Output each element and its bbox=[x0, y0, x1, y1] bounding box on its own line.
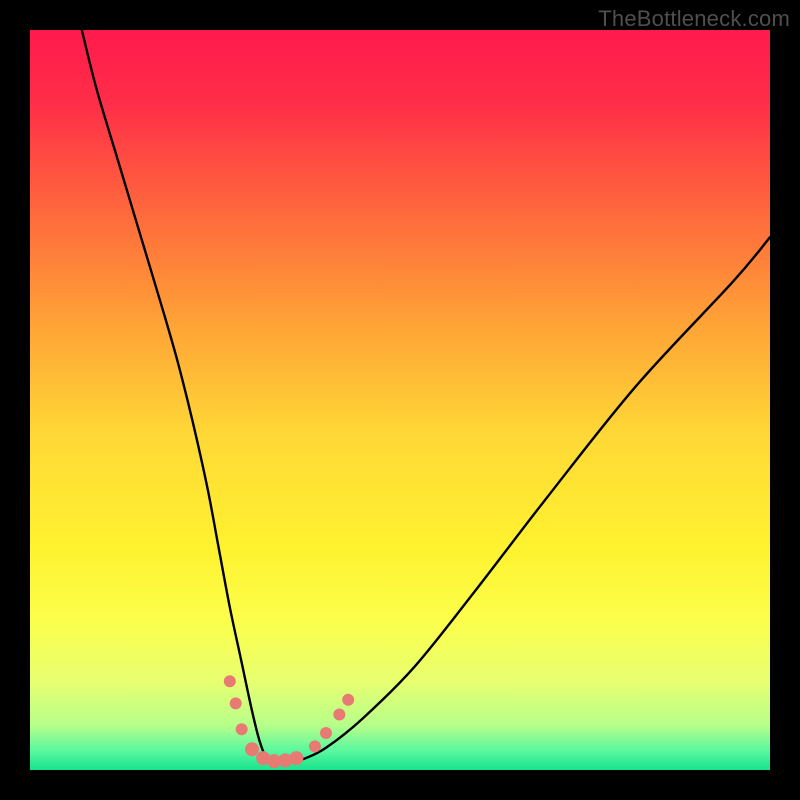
highlight-marker bbox=[342, 694, 354, 706]
highlight-marker bbox=[224, 675, 236, 687]
highlight-marker bbox=[289, 751, 303, 765]
highlight-marker bbox=[245, 742, 259, 756]
watermark-text: TheBottleneck.com bbox=[598, 6, 790, 32]
chart-frame: TheBottleneck.com bbox=[0, 0, 800, 800]
curve-layer bbox=[30, 30, 770, 770]
plot-area bbox=[30, 30, 770, 770]
highlight-marker bbox=[309, 740, 321, 752]
highlight-marker bbox=[236, 723, 248, 735]
marker-group bbox=[224, 675, 354, 768]
bottleneck-curve bbox=[82, 30, 770, 763]
highlight-marker bbox=[230, 697, 242, 709]
highlight-marker bbox=[320, 727, 332, 739]
highlight-marker bbox=[333, 709, 345, 721]
